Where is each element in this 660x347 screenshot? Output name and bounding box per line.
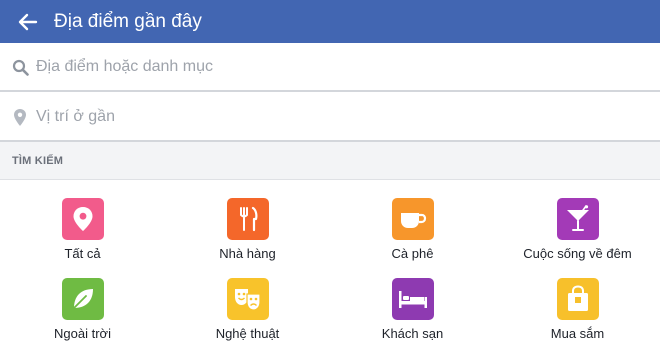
search-icon: [12, 59, 29, 76]
category-tile: [556, 198, 599, 240]
category-tile: [226, 198, 269, 240]
category-hotels[interactable]: Khách sạn: [330, 278, 495, 341]
category-label: Ngoài trời: [54, 326, 111, 341]
app-bar: Địa điểm gần đây: [0, 0, 660, 43]
theater-masks-icon: [234, 289, 261, 311]
map-pin-icon: [73, 207, 92, 231]
category-grid: Tất cả Nhà hàng Cà phê Cuộc sống về đêm …: [0, 181, 660, 347]
category-tile: [61, 278, 104, 320]
back-button[interactable]: [0, 0, 56, 43]
category-all[interactable]: Tất cả: [0, 198, 165, 261]
search-input[interactable]: [36, 58, 596, 76]
category-coffee[interactable]: Cà phê: [330, 198, 495, 261]
category-tile: [391, 198, 434, 240]
category-shopping[interactable]: Mua sắm: [495, 278, 660, 341]
location-input[interactable]: [36, 108, 596, 126]
category-tile: [556, 278, 599, 320]
category-tile: [226, 278, 269, 320]
bed-icon: [398, 291, 427, 308]
category-tile: [61, 198, 104, 240]
shopping-bag-icon: [567, 285, 588, 311]
arrow-left-icon: [18, 13, 38, 30]
category-restaurants[interactable]: Nhà hàng: [165, 198, 330, 261]
category-label: Khách sạn: [381, 326, 444, 341]
cocktail-icon: [566, 205, 589, 231]
category-nightlife[interactable]: Cuộc sống về đêm: [495, 198, 660, 261]
category-arts[interactable]: Nghệ thuật: [165, 278, 330, 341]
page-title: Địa điểm gần đây: [54, 10, 202, 32]
category-label: Nghệ thuật: [215, 326, 280, 341]
search-field[interactable]: [0, 44, 660, 92]
category-outdoors[interactable]: Ngoài trời: [0, 278, 165, 341]
leaf-icon: [72, 289, 93, 309]
category-tile: [391, 278, 434, 320]
category-label: Mua sắm: [550, 326, 605, 341]
category-label: Cuộc sống về đêm: [523, 246, 632, 261]
fork-knife-icon: [239, 206, 257, 232]
location-field[interactable]: [0, 94, 660, 142]
map-pin-icon: [14, 108, 26, 126]
category-label: Tất cả: [64, 246, 101, 261]
category-label: Cà phê: [391, 246, 434, 261]
section-header: TÌM KIẾM: [0, 142, 660, 180]
category-label: Nhà hàng: [219, 246, 276, 261]
coffee-cup-icon: [400, 213, 426, 228]
